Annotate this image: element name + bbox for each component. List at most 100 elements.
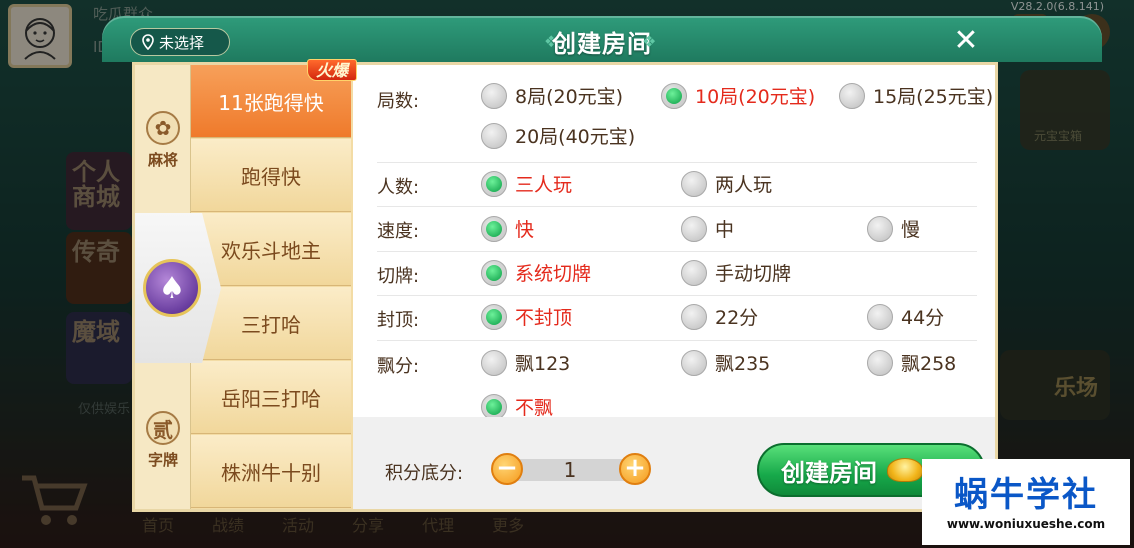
option-label: 飘分: [377, 356, 420, 377]
radio-rounds-20[interactable]: 20局(40元宝) [481, 122, 635, 149]
radio-cut-system[interactable]: 系统切牌 [481, 259, 591, 286]
option-label: 局数: [377, 91, 420, 112]
base-score-stepper: 1 − + [491, 453, 651, 485]
radio-cut-manual[interactable]: 手动切牌 [681, 259, 791, 286]
game-item-zhuzhou-niushibie[interactable]: 株洲牛十别 [191, 435, 351, 508]
radio-checked-icon [661, 82, 687, 109]
option-text: 快 [515, 219, 535, 241]
radio-checked-icon [481, 393, 507, 420]
option-row-players: 人数: 三人玩 两人玩 [377, 163, 977, 207]
increment-button[interactable]: + [619, 453, 651, 485]
decrement-button[interactable]: − [491, 453, 523, 485]
radio-rounds-15[interactable]: 15局(25元宝) [839, 82, 993, 109]
radio-speed-medium[interactable]: 中 [681, 215, 734, 242]
option-text: 20局(40元宝) [515, 126, 636, 148]
radio-icon [681, 215, 707, 242]
base-score-label: 积分底分: [385, 463, 464, 484]
option-text: 22分 [715, 307, 759, 329]
radio-rounds-10[interactable]: 10局(20元宝) [661, 82, 815, 109]
radio-icon [839, 82, 865, 109]
gold-ingot-icon [887, 458, 923, 482]
create-room-label: 创建房间 [781, 458, 877, 487]
option-text: 不飘 [515, 397, 554, 419]
game-item-paodekuai[interactable]: 跑得快 [191, 139, 351, 212]
game-item-11-paodekuai[interactable]: 11张跑得快 火爆 [191, 59, 357, 138]
option-text: 慢 [901, 219, 921, 241]
watermark-title: 蜗牛学社 [954, 475, 1098, 515]
game-label: 跑得快 [241, 164, 301, 189]
location-pin-icon [142, 34, 154, 50]
category-zipai[interactable]: 贰 字牌 [135, 411, 191, 470]
radio-icon [681, 259, 707, 286]
radio-cap-44[interactable]: 44分 [867, 303, 944, 330]
option-text: 两人玩 [715, 174, 773, 196]
radio-checked-icon [481, 259, 507, 286]
option-text: 44分 [901, 307, 945, 329]
radio-icon [681, 170, 707, 197]
radio-float-258[interactable]: 飘258 [867, 349, 956, 376]
radio-icon [681, 303, 707, 330]
option-row-rounds: 局数: 8局(20元宝) 10局(20元宝) 15局(25元宝) 20局(40元… [377, 65, 993, 163]
radio-rounds-8[interactable]: 8局(20元宝) [481, 82, 623, 109]
location-label: 未选择 [159, 33, 205, 52]
option-text: 8局(20元宝) [515, 86, 624, 108]
radio-icon [867, 215, 893, 242]
option-text: 中 [715, 219, 735, 241]
radio-cap-none[interactable]: 不封顶 [481, 303, 572, 330]
hot-badge: 火爆 [306, 59, 357, 81]
radio-float-none[interactable]: 不飘 [481, 393, 553, 420]
option-label: 速度: [377, 221, 420, 242]
radio-speed-slow[interactable]: 慢 [867, 215, 920, 242]
game-label: 株洲牛十别 [221, 460, 321, 485]
option-label: 人数: [377, 177, 420, 198]
spade-icon: ♠ [143, 259, 201, 317]
radio-float-235[interactable]: 飘235 [681, 349, 770, 376]
radio-icon [481, 122, 507, 149]
option-row-speed: 速度: 快 中 慢 [377, 207, 977, 252]
radio-cap-22[interactable]: 22分 [681, 303, 758, 330]
game-item-yueyang-sandaha[interactable]: 岳阳三打哈 [191, 361, 351, 434]
game-label: 三打哈 [241, 312, 301, 337]
option-label: 切牌: [377, 266, 420, 287]
base-score-value: 1 [505, 459, 635, 481]
close-button[interactable]: ✕ [952, 26, 980, 56]
watermark-url: www.woniuxueshe.com [946, 517, 1106, 531]
radio-icon [681, 349, 707, 376]
option-text: 三人玩 [515, 174, 573, 196]
radio-icon [481, 82, 507, 109]
option-text: 系统切牌 [515, 263, 592, 285]
radio-checked-icon [481, 215, 507, 242]
option-label: 封顶: [377, 310, 420, 331]
radio-speed-fast[interactable]: 快 [481, 215, 534, 242]
option-row-cap: 封顶: 不封顶 22分 44分 [377, 296, 977, 341]
game-label: 岳阳三打哈 [221, 386, 321, 411]
radio-float-123[interactable]: 飘123 [481, 349, 570, 376]
option-text: 飘258 [901, 353, 957, 375]
category-column: ✿ 麻将 ♠ 贰 字牌 [135, 65, 221, 509]
room-options: 局数: 8局(20元宝) 10局(20元宝) 15局(25元宝) 20局(40元… [359, 65, 995, 420]
watermark-logo: 蜗牛学社 www.woniuxueshe.com [922, 459, 1130, 545]
radio-checked-icon [481, 303, 507, 330]
category-label: 字牌 [147, 451, 178, 469]
option-text: 飘235 [715, 353, 771, 375]
zipai-icon: 贰 [146, 411, 180, 445]
option-text: 手动切牌 [715, 263, 792, 285]
radio-players-2[interactable]: 两人玩 [681, 170, 772, 197]
game-label: 欢乐斗地主 [221, 238, 321, 263]
location-button[interactable]: 未选择 [130, 28, 230, 56]
option-row-cut: 切牌: 系统切牌 手动切牌 [377, 252, 977, 296]
radio-players-3[interactable]: 三人玩 [481, 170, 572, 197]
radio-icon [867, 303, 893, 330]
category-label: 麻将 [147, 151, 178, 169]
option-text: 飘123 [515, 353, 571, 375]
dialog-body: ✿ 麻将 ♠ 贰 字牌 11张跑得快 火爆 跑得快 欢乐斗地主 三打哈 岳阳三打… [132, 59, 998, 512]
dialog-footer: 积分底分: 1 − + 创建房间 20 [353, 417, 995, 509]
radio-icon [867, 349, 893, 376]
mahjong-icon: ✿ [146, 111, 180, 145]
option-text: 不封顶 [515, 307, 573, 329]
radio-icon [481, 349, 507, 376]
category-mahjong[interactable]: ✿ 麻将 [135, 111, 191, 170]
create-room-dialog: ❖ 创建房间 ❖ 未选择 ✕ ✿ 麻将 ♠ 贰 字牌 11张跑得快 火爆 跑得快… [102, 16, 1102, 512]
radio-checked-icon [481, 170, 507, 197]
cloud-ornament-right-icon: ❖ [642, 32, 657, 51]
